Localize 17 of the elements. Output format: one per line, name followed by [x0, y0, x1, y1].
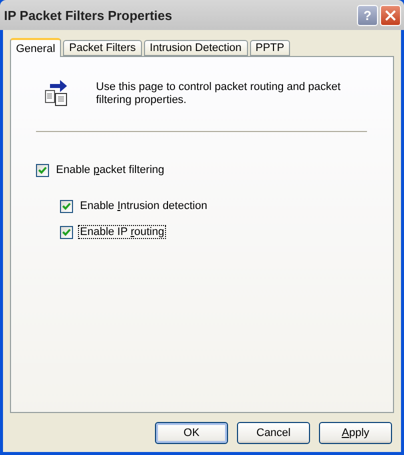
- dialog-button[interactable]: Apply: [319, 422, 392, 444]
- checkbox-label[interactable]: Enable packet filtering: [55, 164, 166, 176]
- checkbox[interactable]: [60, 200, 73, 212]
- description-text: Use this page to control packet routing and packet filtering properties.: [96, 80, 342, 107]
- tab[interactable]: Intrusion Detection: [144, 40, 248, 56]
- tab[interactable]: General: [10, 38, 62, 57]
- close-button[interactable]: [380, 4, 401, 26]
- checkbox[interactable]: [36, 164, 49, 176]
- checkbox[interactable]: [60, 226, 73, 238]
- dialog-button[interactable]: Cancel: [237, 422, 310, 444]
- checkbox-label[interactable]: Enable IP routing: [79, 226, 166, 238]
- tab[interactable]: Packet Filters: [63, 40, 142, 56]
- checkbox-label[interactable]: Enable Intrusion detection: [79, 200, 208, 212]
- window-title: IP Packet Filters Properties: [4, 8, 174, 22]
- tab[interactable]: PPTP: [250, 40, 290, 56]
- close-icon: [385, 10, 396, 20]
- dialog-button[interactable]: OK: [155, 422, 228, 444]
